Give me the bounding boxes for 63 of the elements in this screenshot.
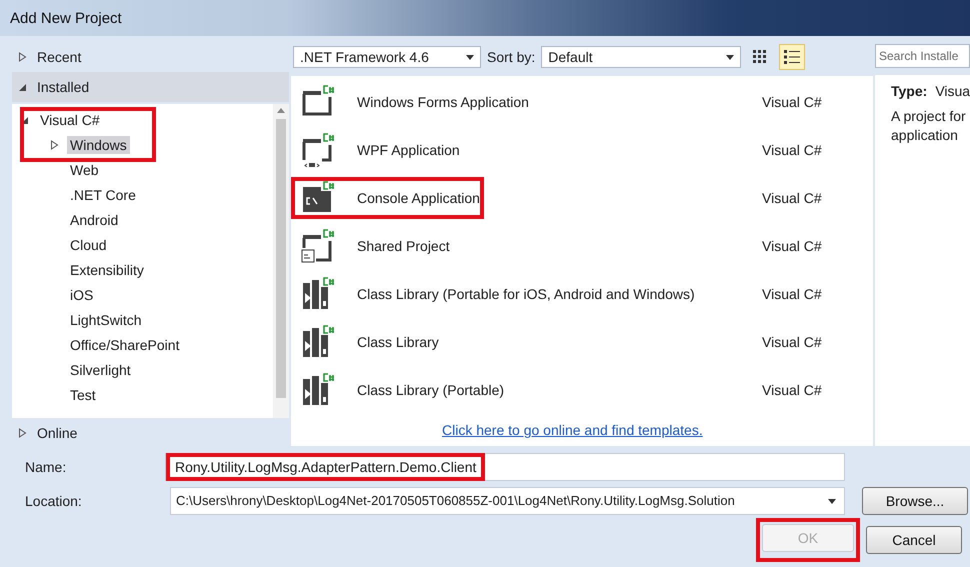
location-dropdown[interactable]: C:\Users\hrony\Desktop\Log4Net-20170505T060855Z-001\Log4Net\Rony.Utility.LogMsg.Solution — [170, 487, 845, 515]
sort-dropdown[interactable]: Default — [541, 46, 742, 68]
sidebar-section[interactable]: Online — [12, 418, 289, 448]
sidebar-section[interactable]: Recent — [12, 42, 289, 72]
project-template-icon — [301, 133, 335, 167]
project-template-icon — [301, 277, 335, 311]
name-field[interactable]: Rony.Utility.LogMsg.AdapterPattern.Demo.Client — [165, 453, 845, 481]
description-text: application — [891, 127, 959, 143]
list-view-icon — [783, 49, 802, 65]
template-item[interactable]: Class Library (Portable) — [291, 369, 508, 411]
tree-item[interactable]: Extensibility — [20, 257, 273, 282]
template-item[interactable]: WPF Application — [291, 129, 464, 171]
expand-icon[interactable] — [50, 140, 59, 150]
browse-button[interactable]: Browse... — [862, 487, 968, 515]
template-item[interactable]: Shared Project — [291, 225, 454, 267]
sidebar-section[interactable]: Installed — [12, 72, 289, 102]
language-label: Visual C# — [762, 334, 822, 350]
framework-dropdown[interactable]: .NET Framework 4.6 — [293, 46, 481, 68]
scroll-up-arrow-icon[interactable] — [277, 108, 285, 113]
project-template-icon — [301, 181, 335, 215]
language-label: Visual C# — [762, 94, 822, 110]
dropdown-arrow-icon[interactable] — [726, 54, 734, 60]
type-value: Visua — [935, 83, 970, 99]
template-item[interactable]: Console Application — [291, 177, 484, 219]
sort-label: Sort by: — [487, 49, 536, 65]
cancel-button[interactable]: Cancel — [866, 526, 962, 554]
tree-item[interactable]: Office/SharePoint — [20, 332, 273, 357]
tree-item[interactable]: Test — [20, 382, 273, 407]
tree-item[interactable]: Visual C# — [20, 107, 273, 132]
list-view-button[interactable] — [779, 44, 806, 70]
project-template-icon — [301, 229, 335, 263]
type-label: Type: — [891, 83, 928, 99]
template-item[interactable]: Windows Forms Application — [291, 81, 533, 123]
name-label: Name: — [25, 459, 68, 475]
scrollbar[interactable] — [273, 104, 289, 418]
language-label: Visual C# — [762, 382, 822, 398]
collapse-icon[interactable] — [18, 82, 27, 92]
tree-item[interactable]: iOS — [20, 282, 273, 307]
location-label: Location: — [25, 493, 83, 509]
tree-item[interactable]: Cloud — [20, 232, 273, 257]
language-label: Visual C# — [762, 286, 822, 302]
tree-item[interactable]: Android — [20, 207, 273, 232]
search-field[interactable]: Search Installe — [875, 44, 970, 68]
project-template-icon — [301, 373, 335, 407]
dropdown-arrow-icon[interactable] — [466, 54, 474, 60]
tree-item[interactable]: Windows — [20, 132, 273, 157]
template-item[interactable]: Class Library (Portable for iOS, Android and Windows) — [291, 273, 699, 315]
expand-icon[interactable] — [18, 428, 27, 438]
tree-item[interactable]: Web — [20, 157, 273, 182]
window-title: Add New Project — [10, 10, 122, 26]
description-text: A project for — [891, 108, 967, 124]
template-item[interactable]: Class Library — [291, 321, 443, 363]
language-label: Visual C# — [762, 238, 822, 254]
dropdown-arrow-icon[interactable] — [828, 498, 836, 504]
tree-item[interactable]: Silverlight — [20, 357, 273, 382]
grid-view-icon — [752, 49, 768, 65]
language-label: Visual C# — [762, 142, 822, 158]
online-templates-link[interactable]: Click here to go online and find templates. — [442, 422, 873, 438]
tree-item[interactable]: .NET Core — [20, 182, 273, 207]
language-label: Visual C# — [762, 190, 822, 206]
expand-icon[interactable] — [18, 52, 27, 62]
project-template-icon — [301, 325, 335, 359]
tree-item[interactable]: LightSwitch — [20, 307, 273, 332]
